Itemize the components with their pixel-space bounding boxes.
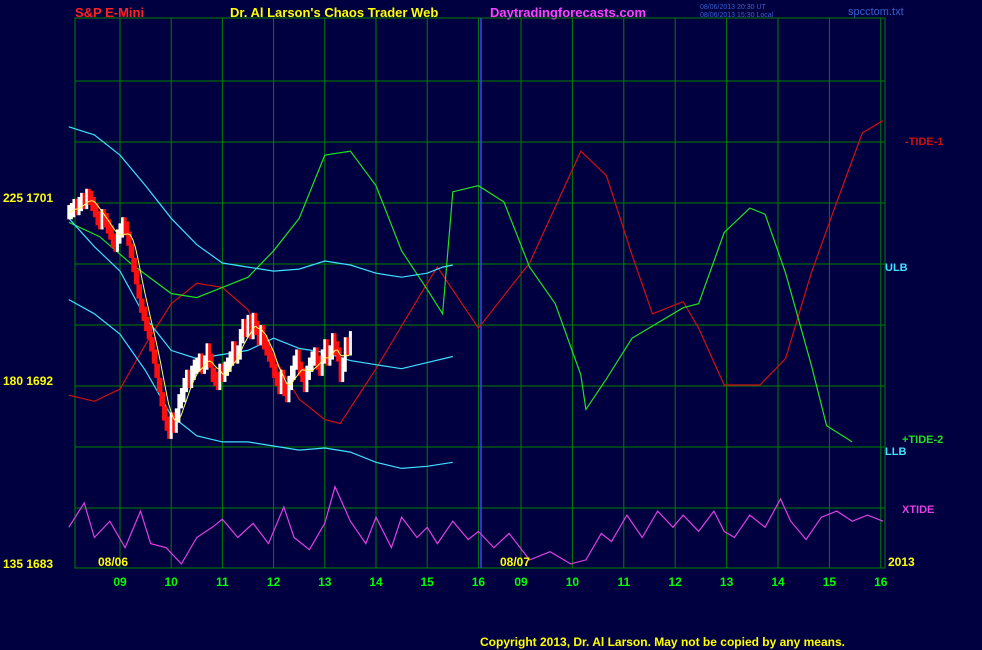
- x-tick-label: 16: [471, 575, 486, 589]
- x-tick-label: 15: [420, 575, 434, 589]
- x-tick-label: 11: [216, 575, 229, 589]
- series-line--tide-2: [68, 150, 853, 443]
- x-tick-label: 11: [617, 575, 631, 589]
- x-tick-label: 14: [771, 575, 785, 589]
- date-label-year: 2013: [888, 555, 915, 569]
- chart-plot-area: [67, 17, 886, 569]
- x-tick-label: 13: [318, 575, 332, 589]
- label-tide1: -TIDE-1: [905, 136, 944, 148]
- copyright-notice: Copyright 2013, Dr. Al Larson. May not b…: [480, 635, 845, 649]
- x-tick-label: 12: [266, 575, 281, 589]
- x-tick-label: 13: [719, 575, 734, 589]
- label-xtide: XTIDE: [902, 504, 935, 516]
- x-tick-label: 16: [874, 575, 888, 589]
- y-label-top: 225 1701: [3, 191, 54, 205]
- date-label-day2: 08/07: [500, 555, 531, 569]
- chart-series: [68, 120, 884, 565]
- series-line-ulb: [68, 126, 453, 278]
- series-line-xtide: [68, 484, 884, 565]
- price-bars: [67, 188, 352, 439]
- plot-border: [74, 17, 886, 569]
- label-llb: LLB: [885, 446, 907, 458]
- x-tick-label: 10: [565, 575, 580, 589]
- date-label-day1: 08/06: [98, 555, 129, 569]
- x-tick-label: 15: [822, 575, 837, 589]
- label-tide2: +TIDE-2: [902, 434, 944, 446]
- chart-grid: [74, 17, 886, 569]
- y-label-middle: 180 1692: [3, 374, 54, 388]
- x-tick-label: 09: [514, 575, 528, 589]
- x-tick-label: 12: [668, 575, 682, 589]
- x-tick-label: 09: [113, 575, 127, 589]
- x-tick-label: 14: [369, 575, 383, 589]
- label-ulb: ULB: [885, 262, 908, 274]
- x-tick-label: 10: [164, 575, 178, 589]
- y-label-bottom: 135 1683: [3, 557, 54, 571]
